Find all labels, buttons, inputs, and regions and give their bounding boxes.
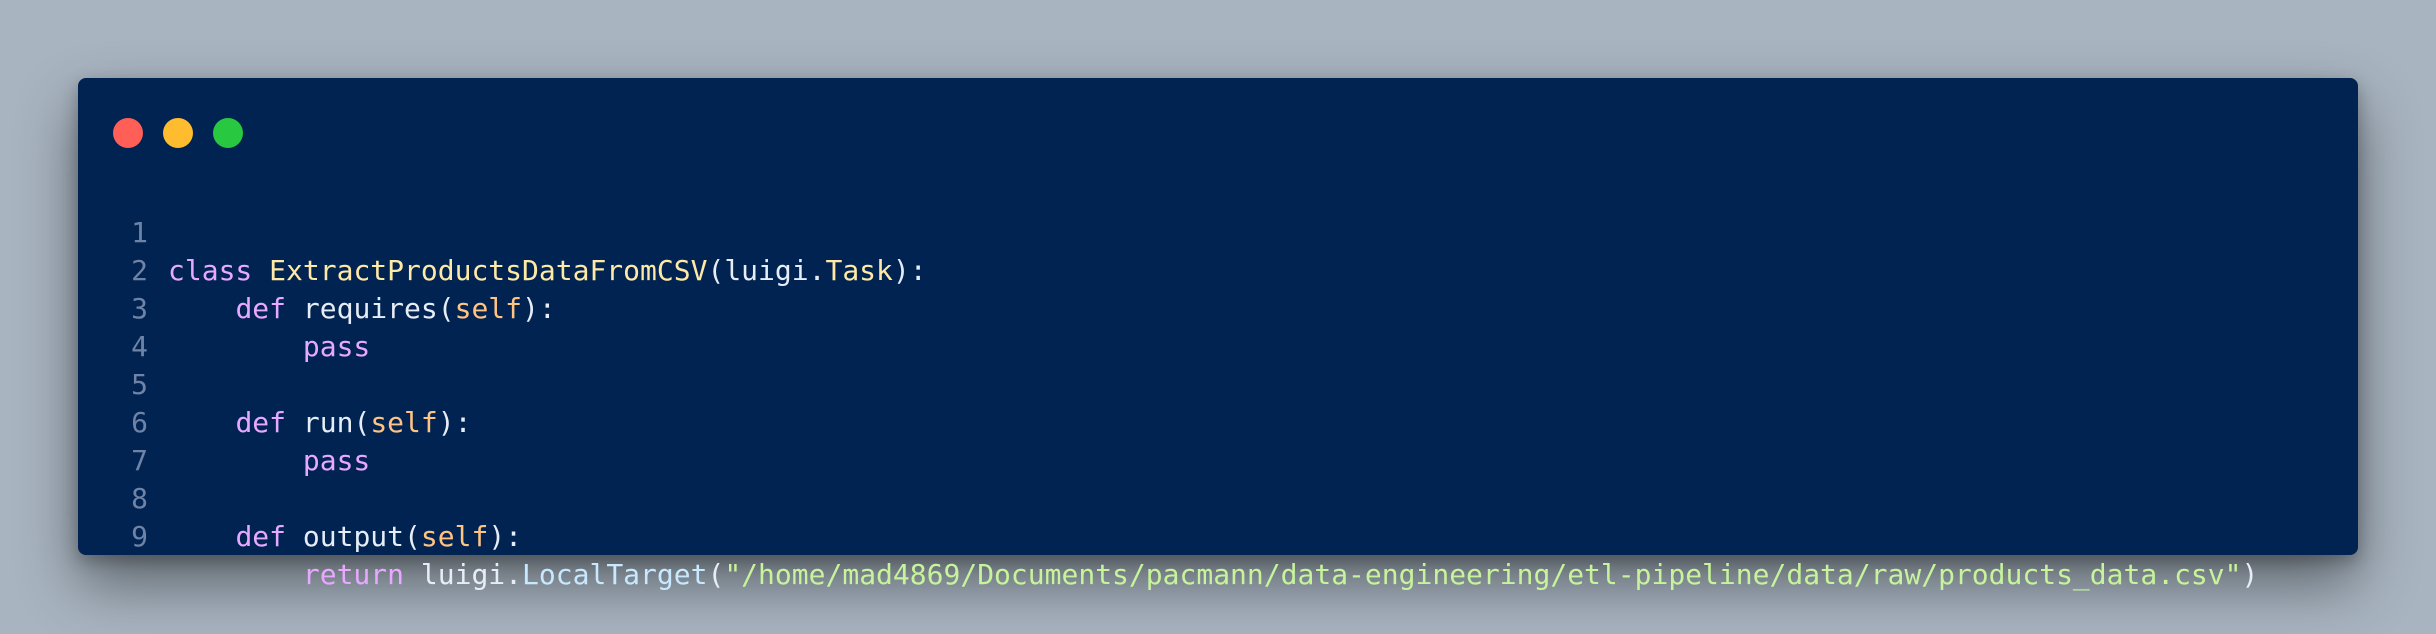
- module-token: luigi: [420, 558, 506, 591]
- maximize-button[interactable]: [213, 118, 243, 148]
- punctuation-token: ): [2241, 558, 2259, 591]
- code-line: 1 class ExtractProductsDataFromCSV(luigi…: [78, 176, 2358, 287]
- code-line: 3 pass: [78, 252, 2358, 363]
- code-line: 5 def run(self):: [78, 328, 2358, 439]
- indent-token: [168, 558, 303, 591]
- keyword-token: def: [235, 520, 287, 553]
- code-line: 6 pass: [78, 366, 2358, 477]
- code-line: 2 def requires(self):: [78, 214, 2358, 325]
- string-token: "/home/mad4869/Documents/pacmann/data-en…: [724, 558, 2242, 591]
- function-name-token: output: [302, 520, 405, 553]
- attribute-token: LocalTarget: [522, 558, 708, 591]
- punctuation-token: (: [707, 558, 725, 591]
- code-line: 4: [78, 290, 2358, 363]
- keyword-token: return: [302, 558, 405, 591]
- line-content: def output(self):: [168, 518, 522, 556]
- code-line: 8 def output(self):: [78, 442, 2358, 553]
- code-block: 1 class ExtractProductsDataFromCSV(luigi…: [78, 176, 2358, 591]
- window-controls: [113, 118, 243, 148]
- close-button[interactable]: [113, 118, 143, 148]
- code-line: 9 return luigi.LocalTarget("/home/mad486…: [78, 480, 2358, 591]
- punctuation-token: ):: [488, 520, 523, 553]
- line-content: return luigi.LocalTarget("/home/mad4869/…: [168, 556, 2259, 594]
- code-line: 7: [78, 404, 2358, 477]
- code-window: 1 class ExtractProductsDataFromCSV(luigi…: [78, 78, 2358, 591]
- minimize-button[interactable]: [163, 118, 193, 148]
- punctuation-token: (: [404, 520, 421, 553]
- self-token: self: [420, 520, 489, 553]
- line-number: 9: [131, 520, 148, 553]
- punctuation-token: .: [505, 558, 523, 591]
